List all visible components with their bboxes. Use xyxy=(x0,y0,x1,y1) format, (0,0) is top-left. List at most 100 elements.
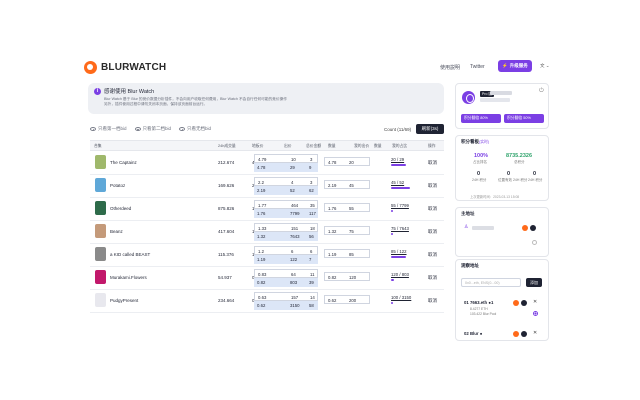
bid-levels: 4.79 10 3 4.78 29 9 xyxy=(254,154,318,172)
watch-title: 观察地址 xyxy=(461,263,479,268)
my-bid-value: 2.19 xyxy=(328,183,337,188)
bid-levels: 0.63 157 14 0.62 3150 58 xyxy=(254,292,318,310)
volume-value: 234.664 xyxy=(218,298,235,303)
my-bid-value: 1.19 xyxy=(328,252,337,257)
my-qty-value: 75 xyxy=(349,229,354,234)
collection-name[interactable]: Murakami.Flowers xyxy=(110,275,147,280)
bid2-qty: 117 xyxy=(309,211,316,216)
header-my-ratio: 我的占比 xyxy=(392,144,408,148)
collection-name[interactable]: Otherdeed xyxy=(110,206,131,211)
welcome-notice: i 感谢使用 Blur Watch Blur Watch 基于 Blur 的竞价… xyxy=(88,83,444,114)
upgrade-button[interactable]: ⚡ 升级服务 xyxy=(498,60,532,72)
bid1-price: 0.83 xyxy=(258,272,267,277)
collection-name[interactable]: PudgyPresent xyxy=(110,298,138,303)
my-qty-value: 120 xyxy=(349,275,357,280)
collection-name[interactable]: a KID called BEAST xyxy=(110,252,150,257)
logo-text: BLURWATCH xyxy=(101,62,167,73)
collection-thumbnail xyxy=(95,270,106,284)
my-ratio: 100 / 3150 xyxy=(391,295,412,300)
cancel-bid-button[interactable]: 取消 xyxy=(428,160,437,166)
points-today-label: 24H 积分 xyxy=(472,178,487,182)
bid2-total: 7799 xyxy=(290,211,300,216)
table-row: Beanz417.6041.3311.33151181.327643561.32… xyxy=(90,221,444,244)
my-ratio: 120 / 803 xyxy=(391,272,409,277)
refresh-button[interactable]: 刷新(3s) xyxy=(416,124,444,134)
usage-guide-link[interactable]: 使用説明 xyxy=(440,64,460,71)
collection-name[interactable]: Beanz xyxy=(110,229,123,234)
volume-value: 115.376 xyxy=(218,252,234,257)
bid-levels: 0.83 64 11 0.82 803 39 xyxy=(254,269,318,287)
eth-token-icon xyxy=(521,331,527,337)
points-multiplier-2: 积分翻倍 50% xyxy=(504,114,544,123)
my-bid-value: 0.62 xyxy=(328,298,337,303)
count-label: Count (11/69) xyxy=(384,127,412,132)
bid2-price: 2.19 xyxy=(257,188,266,193)
my-bid-box[interactable]: 2.19 45 xyxy=(324,180,370,189)
cancel-bid-button[interactable]: 取消 xyxy=(428,298,437,304)
bid2-total: 29 xyxy=(290,165,295,170)
my-bid-box[interactable]: 1.76 55 xyxy=(324,203,370,212)
eye-icon xyxy=(179,127,186,131)
wallet-sub-blurred xyxy=(480,98,510,102)
my-ratio: 45 / 52 xyxy=(391,180,405,185)
add-watch-button[interactable]: 添加 xyxy=(526,278,542,287)
my-bid-box[interactable]: 1.19 85 xyxy=(324,249,370,258)
main-address-title: 主地址 xyxy=(461,211,475,216)
watch-item-radio-selected[interactable] xyxy=(533,311,538,316)
logo[interactable]: BLURWATCH xyxy=(84,61,166,74)
my-bid-value: 0.82 xyxy=(328,275,337,280)
collection-name[interactable]: Potatoz xyxy=(110,183,125,188)
bid-levels: 1.77 464 35 1.76 7799 117 xyxy=(254,200,318,218)
cancel-bid-button[interactable]: 取消 xyxy=(428,183,437,189)
cancel-bid-button[interactable]: 取消 xyxy=(428,252,437,258)
bid1-total: 6 xyxy=(291,249,294,254)
table-row: PudgyPresent234.6640.6250.63157140.62315… xyxy=(90,290,444,313)
eth-token-icon xyxy=(521,300,527,306)
collection-thumbnail xyxy=(95,178,106,192)
table-row: Otherdeed 875.826 1.76 1.77 464 35 1.76 7799 117… xyxy=(90,198,444,221)
remove-watch-icon[interactable]: ✕ xyxy=(533,330,537,336)
main-address-blurred xyxy=(472,226,494,230)
filter-no-bid[interactable]: 只看无档bid xyxy=(179,126,211,132)
filter-second-bid[interactable]: 只看第二档bid xyxy=(134,126,172,132)
chevron-down-icon: ⌄ xyxy=(545,63,550,68)
filter-first-bid[interactable]: 只看第一档bid xyxy=(90,126,127,132)
volume-value: 54.937 xyxy=(218,275,232,280)
volume-value: 212.674 xyxy=(218,160,235,165)
cancel-bid-button[interactable]: 取消 xyxy=(428,275,437,281)
my-bid-box[interactable]: 0.62 200 xyxy=(324,295,370,304)
points-total-label: 总积分 xyxy=(514,160,525,164)
watch-address-input[interactable]: 0x0...eth, ENS(0...00) xyxy=(461,278,521,287)
collection-thumbnail xyxy=(95,155,106,169)
collection-thumbnail xyxy=(95,293,106,307)
my-qty-value: 200 xyxy=(349,298,357,303)
watch-address-card: 观察地址 0x0...eth, ENS(0...00) 添加 01 7663.e… xyxy=(455,259,549,341)
bid1-qty: 14 xyxy=(310,295,315,300)
table-row: The Captainz212.6744.624.791034.782994.7… xyxy=(90,152,444,175)
my-bid-box[interactable]: 1.32 75 xyxy=(324,226,370,235)
bid2-price: 0.62 xyxy=(257,303,266,308)
bid2-qty: 39 xyxy=(309,280,314,285)
filter-label: 只看无档bid xyxy=(187,126,212,131)
twitter-link[interactable]: Twitter xyxy=(470,64,485,70)
bid1-qty: 6 xyxy=(310,249,313,254)
filter-label: 只看第二档bid xyxy=(142,126,172,131)
power-icon[interactable]: ⏻ xyxy=(539,88,544,95)
cancel-bid-button[interactable]: 取消 xyxy=(428,229,437,235)
my-bid-box[interactable]: 0.82 120 xyxy=(324,272,370,281)
my-qty-value: 55 xyxy=(349,206,354,211)
bid2-qty: 62 xyxy=(309,188,314,193)
remove-watch-icon[interactable]: ✕ xyxy=(533,299,537,305)
points-multiplier-1: 积分翻倍 80% xyxy=(461,114,501,123)
my-ratio: 85 / 122 xyxy=(391,249,407,254)
language-selector[interactable]: 文 ⌄ xyxy=(540,63,550,69)
collection-thumbnail xyxy=(95,247,106,261)
my-ratio: 20 / 29 xyxy=(391,157,405,162)
notice-line-2: 另外，插件使用过程中请勿关闭本页面，保持该页面前台运行。 xyxy=(104,102,208,106)
bid2-total: 7643 xyxy=(290,234,300,239)
my-bid-box[interactable]: 4.78 20 xyxy=(324,157,370,166)
main-address-radio[interactable] xyxy=(532,240,537,245)
collection-name[interactable]: The Captainz xyxy=(110,160,137,165)
cancel-bid-button[interactable]: 取消 xyxy=(428,206,437,212)
table-row: Murakami.Flowers54.9370.8290.8364110.828… xyxy=(90,267,444,290)
